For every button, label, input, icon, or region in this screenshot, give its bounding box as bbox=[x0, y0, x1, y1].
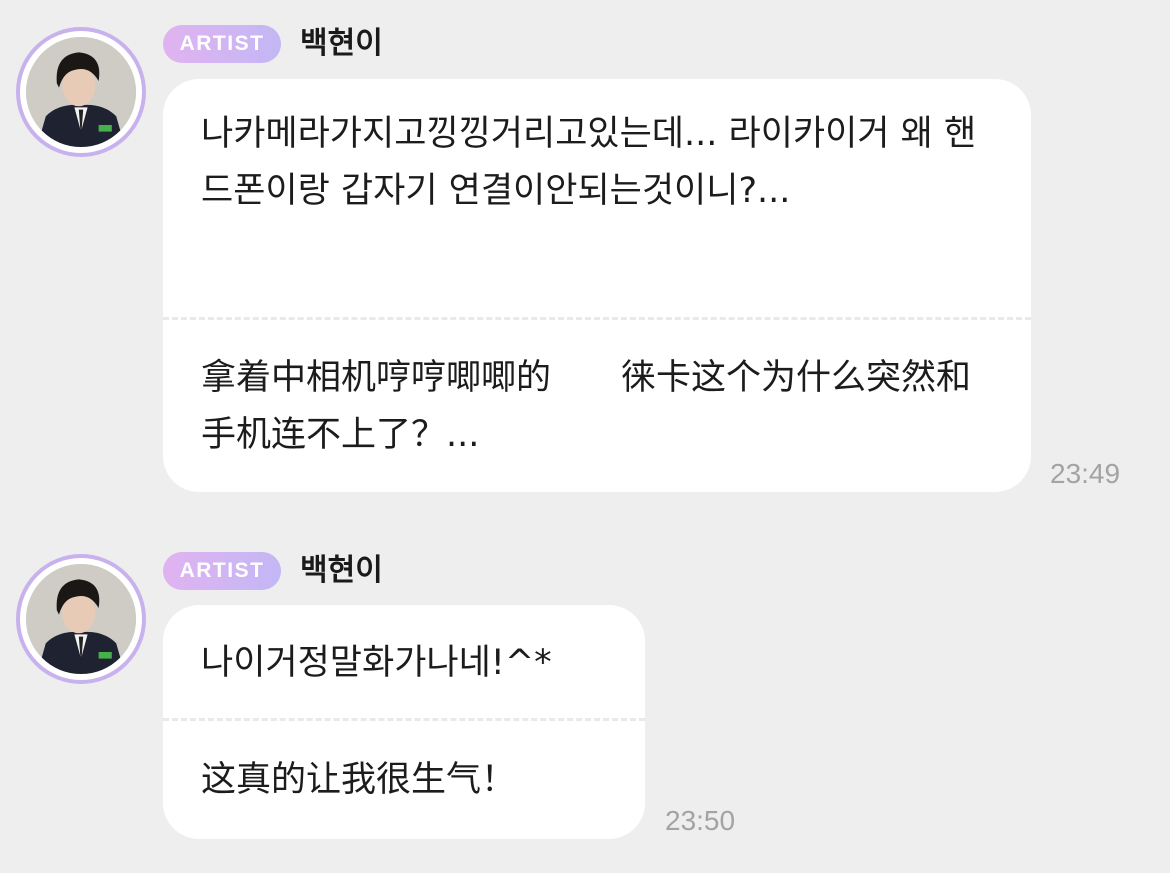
avatar[interactable] bbox=[16, 554, 146, 684]
translated-message-text: 拿着中相机哼哼唧唧的 徕卡这个为什么突然和手机连不上了？... bbox=[201, 358, 972, 455]
sender-name: 백현이 bbox=[300, 26, 383, 61]
message-timestamp: 23:49 bbox=[1050, 458, 1121, 489]
chat-message: ARTIST 백현이 나카메라가지고낑낑거리고있는데... 라이카이거 왜 핸드… bbox=[0, 0, 1170, 510]
translation-divider bbox=[163, 317, 1031, 320]
avatar-image bbox=[26, 564, 136, 674]
original-message-text: 나이거정말화가나네!^* bbox=[201, 643, 552, 683]
translation-divider bbox=[163, 718, 645, 721]
sender-name: 백현이 bbox=[300, 553, 383, 588]
artist-badge: ARTIST bbox=[163, 25, 281, 63]
message-bubble[interactable]: 나카메라가지고낑낑거리고있는데... 라이카이거 왜 핸드폰이랑 갑자기 연결이… bbox=[163, 79, 1031, 492]
chat-message: ARTIST 백현이 나이거정말화가나네!^* 这真的让我很生气！ 23:50 bbox=[0, 527, 1170, 857]
avatar[interactable] bbox=[16, 27, 146, 157]
message-bubble[interactable]: 나이거정말화가나네!^* 这真的让我很生气！ bbox=[163, 605, 645, 839]
avatar-image bbox=[26, 37, 136, 147]
artist-badge: ARTIST bbox=[163, 552, 281, 590]
original-message-text: 나카메라가지고낑낑거리고있는데... 라이카이거 왜 핸드폰이랑 갑자기 연결이… bbox=[201, 114, 977, 211]
message-timestamp: 23:50 bbox=[665, 805, 736, 836]
translated-message-text: 这真的让我很生气！ bbox=[201, 760, 517, 800]
